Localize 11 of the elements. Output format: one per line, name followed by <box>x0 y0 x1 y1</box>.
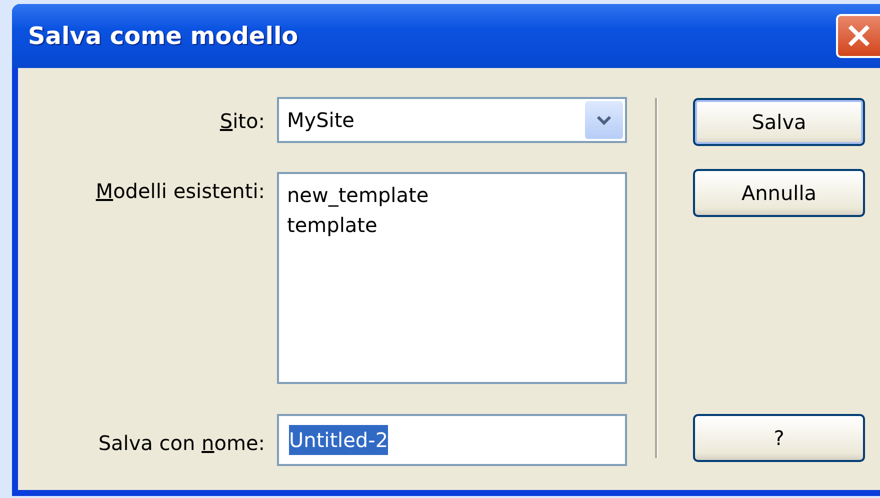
name-label: Salva con nome: <box>98 430 265 457</box>
dialog-button[interactable]: Annulla <box>693 169 865 217</box>
site-label: Sito: <box>220 108 265 135</box>
templates-label: Modelli esistenti: <box>96 178 265 205</box>
site-dropdown[interactable]: MySite <box>277 97 627 143</box>
window-title: Salva come modello <box>28 21 298 52</box>
list-item[interactable]: new_template <box>287 180 429 210</box>
dialog-button[interactable]: ? <box>693 414 865 462</box>
dialog-button[interactable]: Salva <box>693 98 865 146</box>
name-field[interactable]: Untitled-2 <box>277 414 627 466</box>
list-item[interactable]: template <box>287 210 378 240</box>
